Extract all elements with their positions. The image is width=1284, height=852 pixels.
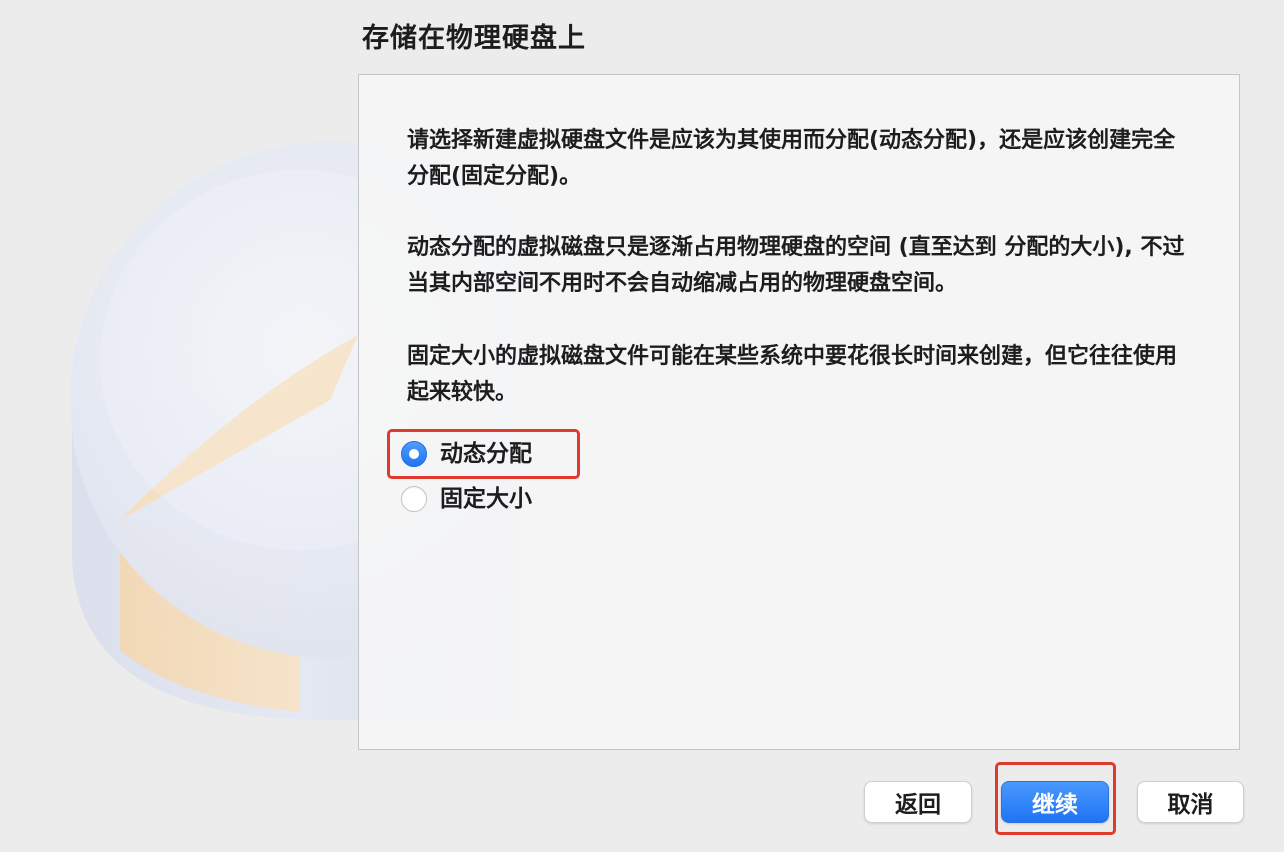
radio-dot-icon [409, 449, 419, 459]
description-paragraph-3: 固定大小的虚拟磁盘文件可能在某些系统中要花很长时间来创建，但它往往使用起来较快。 [407, 344, 1178, 405]
radio-label-fixed: 固定大小 [440, 486, 532, 512]
radio-dynamic-allocation[interactable]: 动态分配 [401, 439, 532, 469]
radio-label-dynamic: 动态分配 [440, 441, 532, 467]
description-paragraph-2: 动态分配的虚拟磁盘只是逐渐占用物理硬盘的空间 (直至达到 分配的大小), 不过当… [407, 235, 1185, 296]
back-button[interactable]: 返回 [864, 781, 972, 823]
radio-unchecked-icon[interactable] [401, 486, 427, 512]
radio-checked-icon[interactable] [401, 441, 427, 467]
cancel-button[interactable]: 取消 [1137, 781, 1244, 823]
radio-fixed-size[interactable]: 固定大小 [401, 484, 532, 514]
continue-button[interactable]: 继续 [1001, 781, 1109, 823]
page-title: 存储在物理硬盘上 [362, 23, 586, 54]
content-panel: 请选择新建虚拟硬盘文件是应该为其使用而分配(动态分配)，还是应该创建完全分配(固… [358, 74, 1240, 750]
description-paragraph-1: 请选择新建虚拟硬盘文件是应该为其使用而分配(动态分配)，还是应该创建完全分配(固… [407, 128, 1176, 189]
